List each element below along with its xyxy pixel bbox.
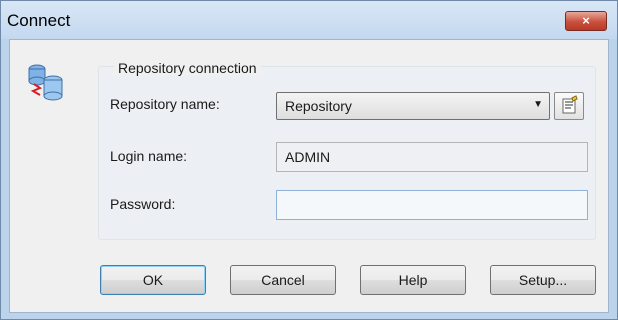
- help-button[interactable]: Help: [360, 265, 466, 295]
- cancel-button[interactable]: Cancel: [230, 265, 336, 295]
- login-name-field[interactable]: ADMIN: [276, 142, 588, 172]
- setup-button[interactable]: Setup...: [490, 265, 596, 295]
- close-button[interactable]: ×: [565, 11, 607, 31]
- connect-dialog: Connect × Repository connection Reposito…: [0, 0, 618, 320]
- ok-button[interactable]: OK: [100, 265, 206, 295]
- login-name-value: ADMIN: [285, 149, 331, 165]
- repository-name-dropdown[interactable]: Repository ▼: [276, 92, 550, 120]
- login-name-label: Login name:: [110, 148, 188, 164]
- close-icon: ×: [582, 13, 590, 28]
- repository-name-label: Repository name:: [110, 96, 220, 112]
- repository-properties-button[interactable]: [554, 92, 584, 120]
- repository-name-value: Repository: [285, 98, 352, 114]
- password-label: Password:: [110, 196, 176, 212]
- dialog-body: Repository connection Repository name: R…: [9, 39, 609, 313]
- properties-icon: [562, 95, 578, 114]
- database-connection-icon: [28, 64, 63, 101]
- group-label: Repository connection: [114, 60, 261, 76]
- password-field[interactable]: [276, 190, 588, 220]
- title-bar[interactable]: Connect ×: [1, 1, 617, 39]
- window-title: Connect: [7, 11, 71, 30]
- chevron-down-icon: ▼: [533, 99, 543, 110]
